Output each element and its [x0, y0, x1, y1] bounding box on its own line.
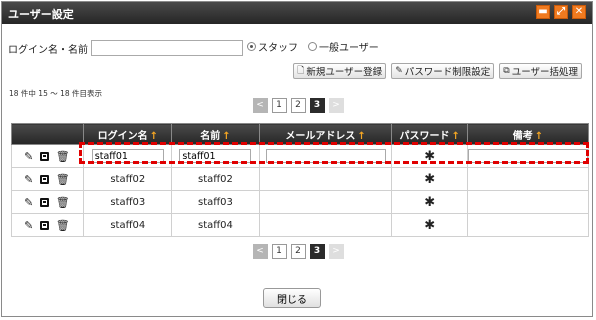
note-header[interactable]: 備考 ↑: [467, 123, 589, 145]
row-ops: ✎ 🗑: [10, 190, 85, 214]
page-1-button[interactable]: 1: [271, 98, 287, 113]
name-cell: staff03: [171, 190, 260, 214]
name-header[interactable]: 名前 ↑: [171, 123, 260, 145]
table-row: ✎ 🗑 staff04 staff04 ✱: [10, 213, 589, 237]
note-cell: [467, 213, 589, 237]
copy-document-icon: ⧉: [503, 66, 510, 76]
save-icon[interactable]: [39, 221, 49, 230]
note-cell: [467, 190, 589, 214]
table-row: ✎🗑 ✱: [10, 144, 589, 168]
name-cell: staff04: [171, 213, 260, 237]
user-type-radio-group: スタッフ 一般ユーザー: [247, 39, 389, 54]
next-page-button: >: [328, 98, 344, 113]
email-cell: [258, 144, 393, 168]
search-row: ログイン名・名前: [8, 38, 243, 58]
name-cell: staff02: [171, 167, 260, 191]
bulk-process-button[interactable]: ⧉ ユーザー括処理: [499, 63, 582, 79]
login-cell: staff04: [83, 213, 173, 237]
edit-pencil-icon[interactable]: ✎: [23, 219, 35, 232]
add-document-icon: 🗋: [297, 66, 305, 76]
new-user-label: 新規ユーザー登録: [306, 67, 383, 78]
trash-icon[interactable]: 🗑: [56, 173, 70, 186]
password-cell: ✱: [391, 190, 468, 214]
save-icon[interactable]: [39, 198, 49, 207]
title-bar[interactable]: ユーザー設定 ▬ ⤢ ✕: [2, 2, 592, 24]
page-3-button[interactable]: 3: [309, 244, 325, 259]
prev-page-button[interactable]: <: [252, 98, 268, 113]
search-label: ログイン名・名前: [8, 44, 88, 56]
action-buttons: 🗋 新規ユーザー登録 ✎ パスワード制限設定 ⧉ ユーザー括処理: [288, 63, 582, 79]
page-2-button[interactable]: 2: [290, 244, 306, 259]
name-input[interactable]: [179, 149, 252, 163]
maximize-icon[interactable]: ⤢: [554, 5, 568, 19]
table-row: ✎ 🗑 staff03 staff03 ✱: [10, 190, 589, 214]
search-input[interactable]: [91, 40, 243, 56]
bulk-process-label: ユーザー括処理: [511, 67, 578, 78]
prev-page-button[interactable]: <: [252, 244, 268, 259]
password-limit-button[interactable]: ✎ パスワード制限設定: [391, 63, 495, 79]
user-settings-dialog: ユーザー設定 ▬ ⤢ ✕ ログイン名・名前 スタッフ 一般ユーザー 🗋 新規ユーザ…: [1, 1, 593, 317]
note-input[interactable]: [468, 149, 588, 163]
edit-pencil-icon[interactable]: ✎: [23, 150, 35, 163]
row-ops: ✎ 🗑: [10, 144, 85, 168]
close-button[interactable]: 閉じる: [263, 288, 321, 308]
login-cell: staff02: [83, 167, 173, 191]
password-limit-label: パスワード制限設定: [404, 67, 491, 78]
window-title: ユーザー設定: [8, 8, 74, 21]
sort-arrow-icon: ↑: [357, 130, 366, 142]
general-user-radio-label[interactable]: 一般ユーザー: [319, 39, 379, 54]
page-3-button[interactable]: 3: [309, 98, 325, 113]
edit-pencil-icon[interactable]: ✎: [23, 173, 35, 186]
user-table: ログイン名↑ 名前↑ メールアドレス↑ パスワード↑ 備考↑ ✎🗑 ✱ ✎🗑 s…: [10, 123, 589, 237]
email-cell: [258, 167, 393, 191]
staff-radio[interactable]: [247, 42, 256, 51]
next-page-button: >: [328, 244, 344, 259]
staff-radio-label[interactable]: スタッフ: [258, 39, 298, 54]
email-cell: [258, 190, 393, 214]
trash-icon[interactable]: 🗑: [56, 196, 70, 209]
new-user-button[interactable]: 🗋 新規ユーザー登録: [293, 63, 387, 79]
row-ops: ✎ 🗑: [10, 213, 85, 237]
login-header[interactable]: ログイン名 ↑: [83, 123, 173, 145]
password-cell: ✱: [391, 144, 468, 168]
save-icon[interactable]: [39, 152, 49, 161]
table-row: ✎ 🗑 staff02 staff02 ✱: [10, 167, 589, 191]
email-header[interactable]: メールアドレス ↑: [258, 123, 393, 145]
save-icon[interactable]: [39, 175, 49, 184]
note-cell: [467, 167, 589, 191]
note-cell: [467, 144, 589, 168]
minimize-icon[interactable]: ▬: [536, 5, 550, 19]
general-user-radio[interactable]: [308, 42, 317, 51]
trash-icon[interactable]: 🗑: [56, 150, 70, 163]
password-cell: ✱: [391, 167, 468, 191]
name-cell: [171, 144, 260, 168]
page-1-button[interactable]: 1: [271, 244, 287, 259]
password-asterisk-icon[interactable]: ✱: [424, 172, 435, 187]
password-asterisk-icon[interactable]: ✱: [424, 149, 435, 164]
page-2-button[interactable]: 2: [290, 98, 306, 113]
sort-arrow-icon: ↑: [451, 130, 460, 142]
password-header[interactable]: パスワード ↑: [391, 123, 468, 145]
login-input[interactable]: [91, 149, 164, 163]
password-cell: ✱: [391, 213, 468, 237]
ops-header: [10, 123, 85, 145]
sort-arrow-icon: ↑: [222, 130, 231, 142]
pager-bottom: < 1 2 3 >: [2, 244, 594, 259]
edit-pencil-icon[interactable]: ✎: [23, 196, 35, 209]
pager-top: < 1 2 3 >: [2, 98, 594, 113]
password-asterisk-icon[interactable]: ✱: [424, 218, 435, 233]
table-header-row: ログイン名 ↑ 名前 ↑ メールアドレス ↑ パスワード ↑ 備考 ↑: [10, 123, 589, 145]
trash-icon[interactable]: 🗑: [56, 219, 70, 232]
row-ops: ✎ 🗑: [10, 167, 85, 191]
email-cell: [258, 213, 393, 237]
sort-arrow-icon: ↑: [149, 130, 158, 142]
login-cell: staff03: [83, 190, 173, 214]
close-icon[interactable]: ✕: [572, 5, 586, 19]
email-input[interactable]: [265, 149, 386, 163]
sort-arrow-icon: ↑: [534, 130, 544, 142]
edit-document-icon: ✎: [395, 66, 403, 76]
password-asterisk-icon[interactable]: ✱: [424, 195, 435, 210]
login-cell: [83, 144, 173, 168]
